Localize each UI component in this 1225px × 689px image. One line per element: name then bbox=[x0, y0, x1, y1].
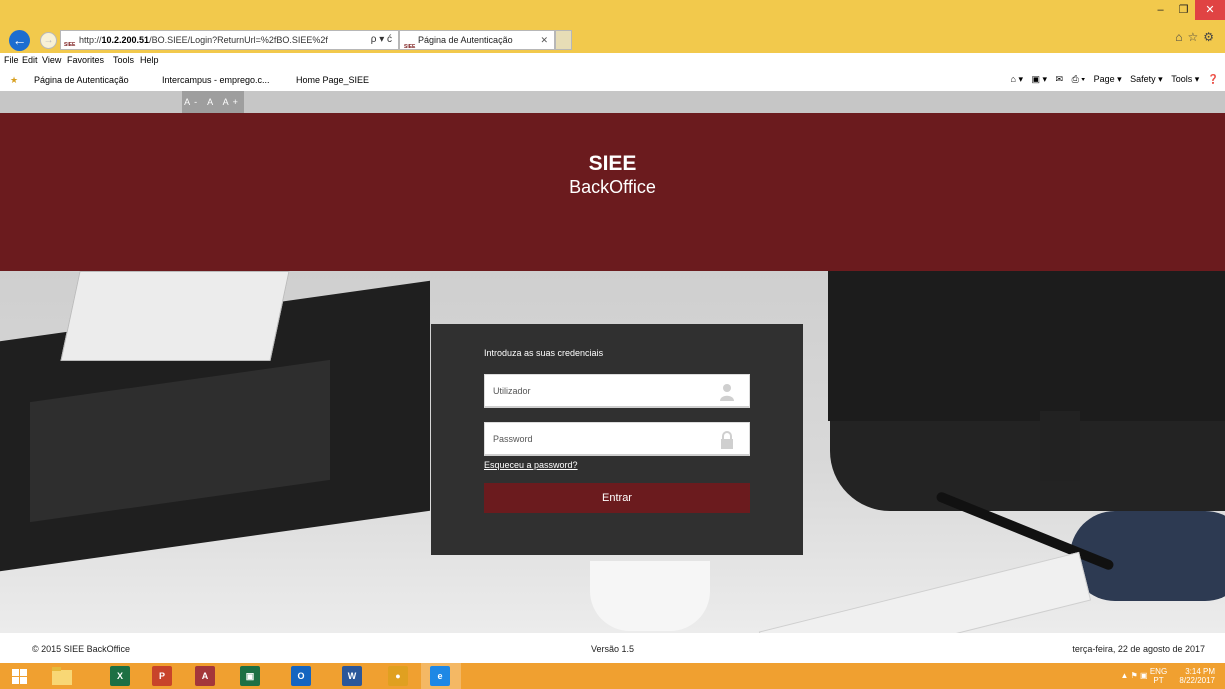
favorites-star-icon[interactable]: ★ bbox=[10, 75, 18, 86]
back-button[interactable]: ← bbox=[9, 30, 30, 51]
photo-monitor-stand bbox=[1040, 411, 1080, 481]
menu-tools[interactable]: Tools bbox=[113, 55, 134, 65]
store-taskbar-icon[interactable]: ▣ bbox=[240, 666, 260, 686]
command-bar: ⌂ ▾ ▣ ▾ ✉ ⎙ ▾ Page ▾ Safety ▾ Tools ▾ ❓ bbox=[1005, 74, 1219, 85]
home-dropdown-icon[interactable]: ⌂ ▾ bbox=[1011, 74, 1023, 84]
access-taskbar-icon[interactable]: A bbox=[195, 666, 215, 686]
tools-menu[interactable]: Tools ▾ bbox=[1171, 74, 1199, 84]
chrome-taskbar-icon[interactable]: ● bbox=[388, 666, 408, 686]
search-refresh-icons[interactable]: ρ ▾ ć bbox=[371, 31, 392, 49]
version-text: Versão 1.5 bbox=[590, 644, 635, 654]
photo-cup bbox=[590, 561, 710, 631]
windows-start-icon[interactable] bbox=[12, 669, 27, 684]
menu-view[interactable]: View bbox=[42, 55, 61, 65]
password-input[interactable] bbox=[485, 423, 705, 454]
login-panel: Introduza as suas credenciais Esqueceu a… bbox=[431, 324, 803, 555]
favorite-intercampus[interactable]: Intercampus - emprego.c... bbox=[162, 75, 270, 85]
photo-monitor-right bbox=[828, 271, 1225, 421]
menu-bar: File Edit View Favorites Tools Help bbox=[0, 53, 1225, 69]
windows-taskbar: X P A ▣ O W ● e ▲ ⚑ ▣ ENG PT 3:14 PM 8/22/2017 bbox=[0, 663, 1225, 689]
menu-edit[interactable]: Edit bbox=[22, 55, 38, 65]
favorites-bar: ★ Página de Autenticação Intercampus - e… bbox=[0, 69, 1225, 91]
page-footer: © 2015 SIEE BackOffice Versão 1.5 terça-… bbox=[0, 633, 1225, 663]
window-title-bar bbox=[0, 0, 1225, 9]
tab-login-page[interactable]: SIEE Página de Autenticação ✕ bbox=[399, 30, 555, 50]
restore-button[interactable]: ❐ bbox=[1172, 0, 1195, 20]
favorites-star-icon[interactable]: ☆ bbox=[1187, 30, 1203, 44]
address-bar[interactable]: SIEE http://10.2.200.51/BO.SIEE/Login?Re… bbox=[60, 30, 399, 50]
internet-explorer-taskbar-icon[interactable]: e bbox=[430, 666, 450, 686]
browser-icons: ⌂☆⚙ bbox=[1175, 30, 1219, 44]
url-path: /BO.SIEE/Login?ReturnUrl=%2fBO.SIEE%2f bbox=[149, 35, 328, 45]
user-icon bbox=[720, 384, 734, 401]
font-size-controls[interactable]: A- A A+ bbox=[182, 91, 244, 113]
page-menu[interactable]: Page ▾ bbox=[1094, 74, 1122, 84]
brand-subtitle: BackOffice bbox=[569, 177, 656, 197]
accessibility-bar: A- A A+ bbox=[0, 91, 1225, 113]
home-icon[interactable]: ⌂ bbox=[1175, 30, 1187, 44]
menu-favorites[interactable]: Favorites bbox=[67, 55, 104, 65]
site-favicon: SIEE bbox=[64, 42, 76, 48]
username-field[interactable] bbox=[484, 374, 750, 408]
word-taskbar-icon[interactable]: W bbox=[342, 666, 362, 686]
tab-title: Página de Autenticação bbox=[418, 35, 513, 45]
menu-help[interactable]: Help bbox=[140, 55, 159, 65]
window-controls: – ❐ ✕ bbox=[1149, 0, 1225, 20]
mail-icon[interactable]: ✉ bbox=[1056, 74, 1064, 84]
print-icon[interactable]: ⎙ ▾ bbox=[1072, 74, 1085, 84]
feeds-icon[interactable]: ▣ ▾ bbox=[1032, 74, 1048, 84]
settings-gear-icon[interactable]: ⚙ bbox=[1203, 30, 1219, 44]
new-tab-button[interactable] bbox=[555, 30, 572, 50]
lang-secondary: PT bbox=[1153, 676, 1164, 685]
powerpoint-taskbar-icon[interactable]: P bbox=[152, 666, 172, 686]
file-explorer-icon[interactable] bbox=[52, 667, 72, 685]
minimize-button[interactable]: – bbox=[1149, 0, 1172, 20]
current-date: terça-feira, 22 de agosto de 2017 bbox=[1072, 644, 1205, 654]
forgot-password-link[interactable]: Esqueceu a password? bbox=[484, 460, 578, 470]
outlook-taskbar-icon[interactable]: O bbox=[291, 666, 311, 686]
tab-close-icon[interactable]: ✕ bbox=[540, 31, 548, 49]
url-prefix: http:// bbox=[79, 35, 102, 45]
page-header: SIEE BackOffice bbox=[0, 113, 1225, 271]
favorite-home-page-siee[interactable]: Home Page_SIEE bbox=[296, 75, 369, 85]
login-prompt: Introduza as suas credenciais bbox=[484, 348, 604, 358]
tray-icons[interactable]: ▲ ⚑ ▣ bbox=[1121, 671, 1148, 680]
forward-button[interactable]: → bbox=[40, 32, 57, 49]
back-arrow-icon: ← bbox=[12, 32, 27, 48]
lock-icon bbox=[721, 431, 733, 449]
clock-time: 3:14 PM bbox=[1185, 667, 1215, 676]
close-window-button[interactable]: ✕ bbox=[1195, 0, 1225, 20]
favorite-login-page[interactable]: Página de Autenticação bbox=[34, 75, 129, 85]
password-field[interactable] bbox=[484, 422, 750, 456]
url-host: 10.2.200.51 bbox=[101, 35, 150, 45]
clock-date: 8/22/2017 bbox=[1179, 676, 1215, 685]
menu-file[interactable]: File bbox=[4, 55, 19, 65]
system-tray: ▲ ⚑ ▣ ENG PT 3:14 PM 8/22/2017 bbox=[1121, 667, 1216, 685]
forward-arrow-icon: → bbox=[43, 35, 54, 46]
clock[interactable]: 3:14 PM 8/22/2017 bbox=[1179, 667, 1215, 685]
help-icon[interactable]: ❓ bbox=[1208, 74, 1219, 84]
brand-title: SIEE bbox=[588, 152, 637, 175]
login-submit-button[interactable]: Entrar bbox=[484, 483, 750, 513]
language-indicator[interactable]: ENG PT bbox=[1150, 667, 1167, 685]
lang-primary: ENG bbox=[1149, 667, 1168, 676]
username-input[interactable] bbox=[485, 375, 705, 406]
photo-keyboard bbox=[758, 551, 1092, 633]
photo-paper bbox=[60, 271, 290, 361]
excel-taskbar-icon[interactable]: X bbox=[110, 666, 130, 686]
safety-menu[interactable]: Safety ▾ bbox=[1130, 74, 1163, 84]
